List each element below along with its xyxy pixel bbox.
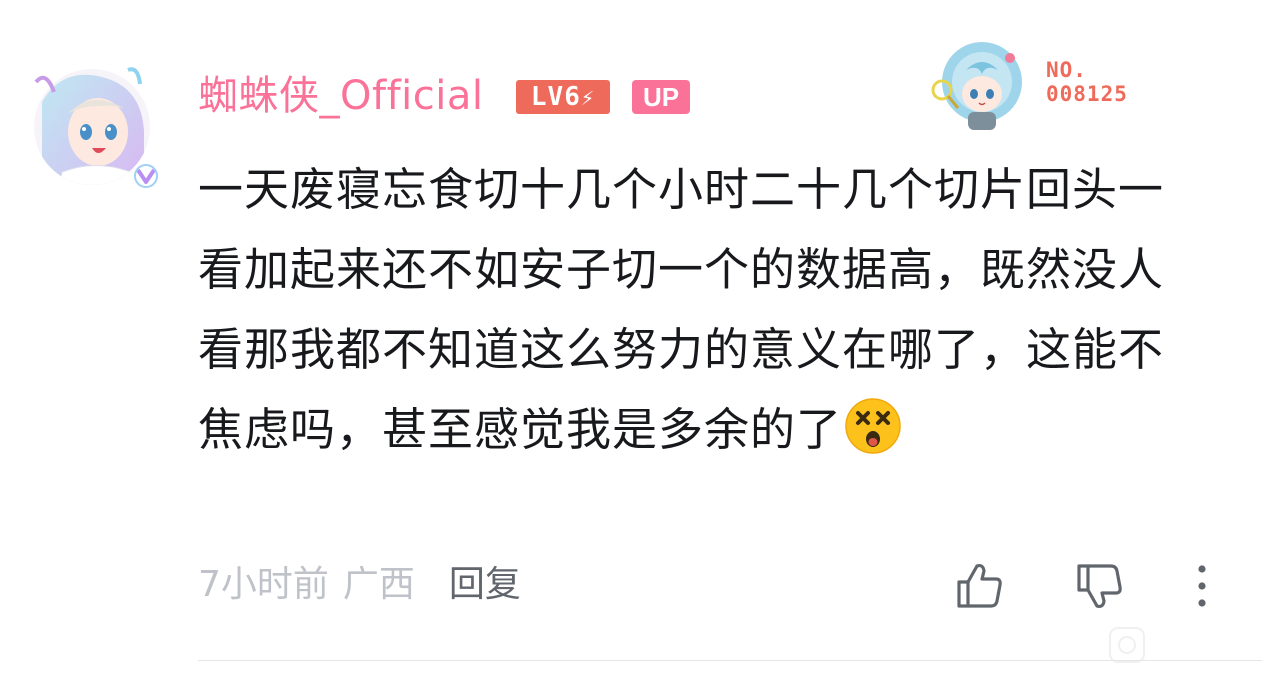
comment-text: 一天废寝忘食切十几个小时二十几个切片回头一看加起来还不如安子切一个的数据高，既然…	[198, 150, 1198, 470]
comment-body: 一天废寝忘食切十几个小时二十几个切片回头一看加起来还不如安子切一个的数据高，既然…	[198, 163, 1165, 456]
reply-button[interactable]: 回复	[449, 564, 521, 605]
thumbs-up-icon[interactable]	[954, 560, 1006, 612]
user-avatar[interactable]	[32, 62, 162, 192]
username[interactable]: 蜘蛛侠_Official	[198, 70, 484, 122]
more-vertical-icon[interactable]	[1182, 560, 1222, 612]
comment-location: 广西	[342, 564, 415, 605]
thumbs-down-icon[interactable]	[1074, 560, 1126, 612]
comment-divider	[198, 660, 1262, 661]
comment-meta: 7小时前 广西 回复	[198, 562, 521, 608]
lightning-icon: ⚡	[580, 86, 596, 111]
watermark-icon	[1109, 627, 1145, 663]
level-badge-text: LV6	[530, 82, 581, 112]
fan-badge-number: NO. 008125	[1046, 58, 1128, 106]
level-badge: LV6⚡	[516, 80, 610, 114]
dizzy-face-emoji-icon	[845, 398, 901, 454]
comment-time: 7小时前	[198, 564, 329, 605]
up-badge: UP	[632, 80, 690, 114]
fan-badge-avatar[interactable]	[926, 30, 1038, 142]
fan-badge-value: 008125	[1046, 82, 1128, 106]
fan-badge-label: NO.	[1046, 58, 1087, 82]
